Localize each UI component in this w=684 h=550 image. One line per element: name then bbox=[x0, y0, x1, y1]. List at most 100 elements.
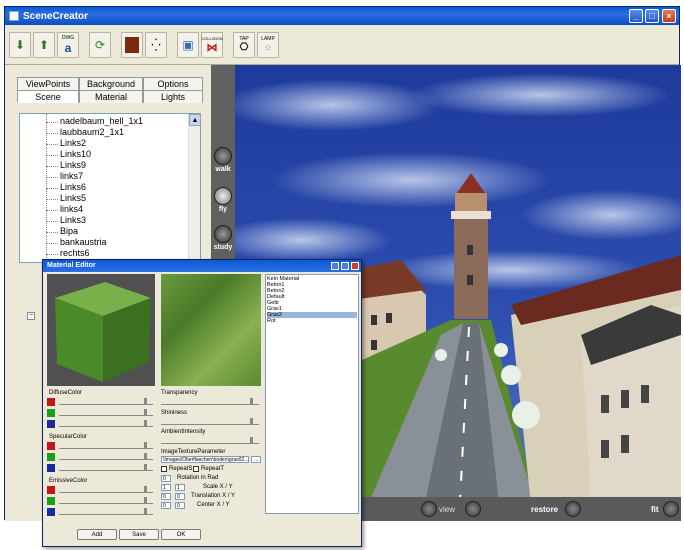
tree-item[interactable]: Links10 bbox=[45, 149, 91, 159]
shininess-slider[interactable] bbox=[161, 418, 259, 425]
maximize-button[interactable]: □ bbox=[645, 9, 659, 23]
diffuse-label: DiffuseColor bbox=[49, 390, 82, 396]
shininess-label: Shininess bbox=[161, 410, 188, 416]
tab-lights[interactable]: Lights bbox=[143, 90, 203, 103]
tab-material[interactable]: Material bbox=[79, 90, 143, 103]
tree-connector bbox=[46, 114, 47, 264]
tree-item[interactable]: Links2 bbox=[45, 138, 86, 148]
tab-scene[interactable]: Scene bbox=[17, 90, 79, 103]
refresh-icon[interactable]: ⟳ bbox=[89, 31, 111, 58]
translation-x-field[interactable]: 0 bbox=[161, 493, 171, 500]
minimize-button[interactable] bbox=[331, 262, 339, 270]
view-label: view bbox=[439, 505, 456, 514]
tree-item[interactable]: links7 bbox=[45, 171, 83, 181]
tab-options[interactable]: Options bbox=[143, 77, 203, 90]
tree-item[interactable]: Links6 bbox=[45, 182, 86, 192]
tree-item[interactable]: Links5 bbox=[45, 193, 86, 203]
texture-path-field[interactable]: \Images\Oberflaechen\boden\gras02... bbox=[161, 456, 249, 463]
browse-button[interactable]: ... bbox=[251, 456, 261, 463]
minimize-button[interactable]: _ bbox=[629, 9, 643, 23]
tap-icon[interactable]: TAP ⎔ bbox=[233, 31, 255, 58]
specular-blue-slider[interactable] bbox=[59, 464, 153, 471]
texture-icon[interactable] bbox=[121, 31, 143, 58]
toolbar: ⬇ ⬆ DWG a ⟳ ⁛ ▣ COLLISION ⋈ TAP ⎔ LAMP ☼ bbox=[5, 25, 679, 65]
rotation-field[interactable]: 0 bbox=[161, 475, 171, 482]
tree-item[interactable]: Links3 bbox=[45, 215, 86, 225]
close-button[interactable] bbox=[351, 262, 359, 270]
walk-icon[interactable] bbox=[214, 147, 232, 165]
center-y-field[interactable]: 0 bbox=[175, 502, 185, 509]
specular-green-swatch bbox=[47, 453, 55, 461]
tree-scrollbar[interactable]: ▲ bbox=[188, 114, 201, 264]
view-prev-icon[interactable] bbox=[421, 501, 437, 517]
tab-background[interactable]: Background bbox=[79, 77, 143, 90]
close-button[interactable]: × bbox=[662, 9, 676, 23]
material-list[interactable]: Kein Material Beton1 Beton2 Default Gelb… bbox=[265, 274, 359, 514]
maximize-button[interactable] bbox=[341, 262, 349, 270]
translation-y-field[interactable]: 0 bbox=[175, 493, 185, 500]
export-icon[interactable]: ⬆ bbox=[33, 31, 55, 58]
repeat-t-label: RepeatT bbox=[201, 466, 225, 472]
diffuse-red-swatch bbox=[47, 398, 55, 406]
title-bar[interactable]: SceneCreator _ □ × bbox=[5, 7, 679, 25]
tree-item[interactable]: links4 bbox=[45, 204, 83, 214]
diffuse-red-slider[interactable] bbox=[59, 398, 153, 405]
lamp-icon[interactable]: LAMP ☼ bbox=[257, 31, 279, 58]
repeat-s-checkbox[interactable] bbox=[161, 466, 167, 472]
restore-icon[interactable] bbox=[565, 501, 581, 517]
emissive-blue-slider[interactable] bbox=[59, 508, 153, 515]
scale-y-field[interactable]: 1 bbox=[175, 484, 185, 491]
tree-item[interactable]: bankaustria bbox=[46, 237, 107, 247]
ok-button[interactable]: OK bbox=[161, 529, 201, 540]
scale-x-field[interactable]: 1 bbox=[161, 484, 171, 491]
tree-item[interactable]: nadelbaum_hell_1x1 bbox=[45, 116, 143, 126]
tab-row-1: ViewPoints Background Options bbox=[17, 77, 203, 90]
tab-viewpoints[interactable]: ViewPoints bbox=[17, 77, 79, 90]
emissive-green-swatch bbox=[47, 497, 55, 505]
add-button[interactable]: Add bbox=[77, 529, 117, 540]
transparency-label: Transparency bbox=[161, 390, 198, 396]
fit-icon[interactable] bbox=[663, 501, 679, 517]
list-item[interactable]: Rot bbox=[267, 318, 357, 324]
specular-green-slider[interactable] bbox=[59, 453, 153, 460]
collision-icon[interactable]: COLLISION ⋈ bbox=[201, 31, 223, 58]
diffuse-green-slider[interactable] bbox=[59, 409, 153, 416]
study-label[interactable]: study bbox=[211, 244, 235, 251]
fly-icon[interactable] bbox=[214, 187, 232, 205]
transparency-slider[interactable] bbox=[161, 398, 259, 405]
diffuse-blue-swatch bbox=[47, 420, 55, 428]
ambient-slider[interactable] bbox=[161, 437, 259, 444]
tree-item[interactable]: laubbaum2_1x1 bbox=[45, 127, 124, 137]
tree-collapse-icon[interactable]: − bbox=[27, 312, 35, 320]
points-icon[interactable]: ⁛ bbox=[145, 31, 167, 58]
dwg-icon[interactable]: DWG a bbox=[57, 31, 79, 58]
scroll-up-icon[interactable]: ▲ bbox=[189, 114, 201, 126]
emissive-red-slider[interactable] bbox=[59, 486, 153, 493]
specular-red-slider[interactable] bbox=[59, 442, 153, 449]
center-label: Center X / Y bbox=[197, 502, 230, 508]
walk-label[interactable]: walk bbox=[211, 166, 235, 173]
repeat-t-checkbox[interactable] bbox=[193, 466, 199, 472]
scene-tree[interactable]: nadelbaum_hell_1x1 laubbaum2_1x1 Links2 … bbox=[19, 113, 201, 264]
import-icon[interactable]: ⬇ bbox=[9, 31, 31, 58]
emissive-green-slider[interactable] bbox=[59, 497, 153, 504]
restore-label[interactable]: restore bbox=[531, 505, 558, 514]
study-icon[interactable] bbox=[214, 225, 232, 243]
tree-item[interactable]: Bipa bbox=[45, 226, 78, 236]
specular-red-swatch bbox=[47, 442, 55, 450]
material-editor-dialog: Material Editor Kein Material Beton1 Bet… bbox=[42, 259, 362, 547]
repeat-s-label: RepeatS bbox=[169, 466, 193, 472]
tree-item[interactable]: rechts6 bbox=[46, 248, 90, 258]
fit-label[interactable]: fit bbox=[651, 505, 659, 514]
view-next-icon[interactable] bbox=[465, 501, 481, 517]
save-button[interactable]: Save bbox=[119, 529, 159, 540]
emissive-label: EmissiveColor bbox=[49, 478, 88, 484]
tree-item[interactable]: Links9 bbox=[45, 160, 86, 170]
material-editor-title[interactable]: Material Editor bbox=[43, 260, 361, 272]
scale-label: Scale X / Y bbox=[203, 484, 233, 490]
diffuse-blue-slider[interactable] bbox=[59, 420, 153, 427]
specular-blue-swatch bbox=[47, 464, 55, 472]
render-icon[interactable]: ▣ bbox=[177, 31, 199, 58]
fly-label[interactable]: fly bbox=[211, 206, 235, 213]
center-x-field[interactable]: 0 bbox=[161, 502, 171, 509]
